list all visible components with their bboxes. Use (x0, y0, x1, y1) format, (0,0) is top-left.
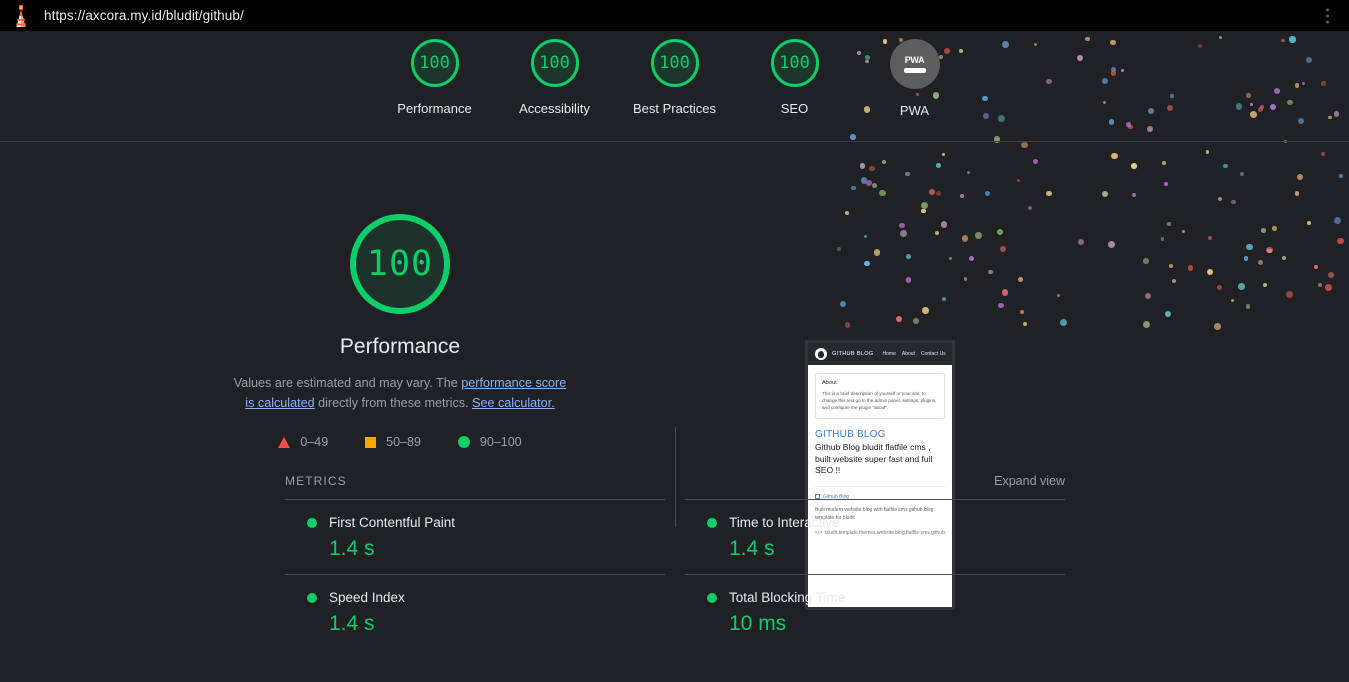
description-text-1: Values are estimated and may vary. The (233, 376, 462, 390)
thumbnail-about-text: This is a brief description of yourself … (822, 391, 937, 410)
score-legend: 0–49 50–89 90–100 (278, 435, 522, 449)
metric-label: Total Blocking Time (729, 590, 846, 605)
circle-pass-icon (457, 436, 470, 448)
score-label-pwa: PWA (899, 103, 930, 118)
legend-item-pass: 90–100 (457, 435, 522, 449)
score-item-performance[interactable]: 100 Performance (375, 39, 495, 116)
thumbnail-subheading: Github Blog bludit flatfile cms , built … (815, 442, 933, 475)
pwa-badge-text: PWA (904, 55, 925, 65)
score-item-best-practices[interactable]: 100 Best Practices (615, 39, 735, 116)
category-summary: 100 Performance Values are estimated and… (0, 142, 800, 449)
legend-label-average: 50–89 (386, 435, 421, 449)
thumbnail-about-heading: About (822, 380, 837, 386)
metrics-header: METRICS Expand view (285, 474, 1065, 488)
lighthouse-report: 100 Performance 100 Accessibility 100 Be… (0, 31, 1349, 682)
legend-item-average: 50–89 (365, 435, 421, 449)
metric-label: Speed Index (329, 590, 405, 605)
url-text[interactable]: https://axcora.my.id/bludit/github/ (44, 8, 244, 23)
category-performance: 100 Performance Values are estimated and… (0, 142, 1349, 610)
gauge-accessibility: 100 (530, 39, 579, 87)
metric-item[interactable]: Speed Index 1.4 s (285, 574, 665, 649)
metric-name-row: Total Blocking Time (707, 590, 1065, 605)
metric-item[interactable]: Total Blocking Time 10 ms (685, 574, 1065, 649)
score-label-accessibility: Accessibility (519, 101, 590, 116)
description-text-2: directly from these metrics. (314, 396, 473, 410)
gauge-performance-large: 100 (350, 214, 450, 314)
circle-pass-icon (307, 592, 317, 603)
circle-pass-icon (707, 517, 717, 528)
thumbnail-brand: GITHUB BLOG (832, 351, 874, 357)
legend-label-pass: 90–100 (479, 435, 522, 449)
scores-header: 100 Performance 100 Accessibility 100 Be… (0, 31, 1349, 141)
category-description: Values are estimated and may vary. The p… (228, 373, 573, 413)
metric-value: 1.4 s (329, 612, 375, 635)
see-calculator-link[interactable]: See calculator. (472, 396, 555, 410)
score-label-best-practices: Best Practices (632, 101, 717, 116)
circle-pass-icon (707, 592, 717, 603)
metric-value: 10 ms (729, 612, 787, 635)
metric-value: 1.4 s (729, 537, 775, 560)
category-title: Performance (339, 335, 461, 358)
metric-name-row: First Contentful Paint (307, 515, 665, 530)
metric-name-row: Speed Index (307, 590, 665, 605)
score-label-seo: SEO (780, 101, 809, 116)
pwa-badge-icon: PWA (889, 39, 940, 89)
thumbnail-heading: GITHUB BLOG (815, 429, 886, 440)
metric-label: First Contentful Paint (329, 515, 456, 530)
gauge-seo: 100 (770, 39, 819, 87)
thumbnail-about-card: About This is a brief description of you… (815, 373, 945, 419)
lighthouse-icon (16, 4, 26, 27)
score-label-performance: Performance (397, 101, 472, 116)
score-item-pwa[interactable]: PWA PWA (855, 39, 975, 118)
thumbnail-navbar: GITHUB BLOG Home About Contact Us (808, 343, 952, 365)
thumbnail-nav-home: Home (882, 351, 896, 357)
metrics-section: METRICS Expand view First Contentful Pai… (0, 474, 1349, 649)
score-item-accessibility[interactable]: 100 Accessibility (495, 39, 615, 116)
metric-item[interactable]: Time to Interactive 1.4 s (685, 499, 1065, 574)
metrics-title: METRICS (285, 474, 347, 488)
thumbnail-nav-links: Home About Contact Us (883, 351, 946, 357)
browser-topbar: https://axcora.my.id/bludit/github/ (0, 0, 1349, 31)
gauge-best-practices: 100 (650, 39, 699, 87)
report-main: 100 Performance Values are estimated and… (0, 142, 1349, 649)
github-mark-icon (815, 348, 827, 360)
expand-view-toggle[interactable]: Expand view (994, 474, 1065, 488)
metrics-grid: First Contentful Paint 1.4 s Time to Int… (285, 499, 1065, 649)
pwa-badge-bar (903, 68, 926, 73)
thumbnail-nav-contact: Contact Us (920, 351, 946, 357)
kebab-menu-icon[interactable] (1323, 5, 1332, 26)
square-average-icon (365, 436, 377, 448)
circle-pass-icon (307, 517, 317, 528)
metric-item[interactable]: First Contentful Paint 1.4 s (285, 499, 665, 574)
triangle-fail-icon (278, 436, 291, 448)
metric-value: 1.4 s (329, 537, 375, 560)
metric-label: Time to Interactive (729, 515, 840, 530)
legend-item-fail: 0–49 (278, 435, 328, 449)
gauge-performance: 100 (410, 39, 459, 87)
metric-name-row: Time to Interactive (707, 515, 1065, 530)
legend-label-fail: 0–49 (300, 435, 329, 449)
thumbnail-nav-about: About (901, 351, 915, 357)
score-item-seo[interactable]: 100 SEO (735, 39, 855, 116)
